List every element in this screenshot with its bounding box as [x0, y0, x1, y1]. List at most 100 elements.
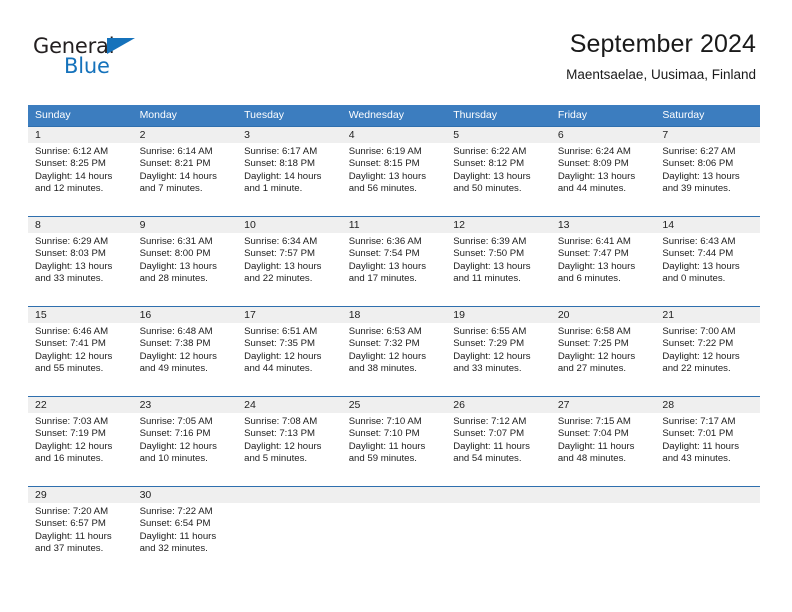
daylight-text-line2: and 33 minutes. — [35, 272, 104, 284]
day-cell[interactable]: 10 Sunrise: 6:34 AM Sunset: 7:57 PM Dayl… — [237, 217, 342, 306]
daylight-text-line1: Daylight: 12 hours — [557, 350, 636, 362]
daylight-text-line2: and 44 minutes. — [244, 362, 313, 374]
page-title: September 2024 — [569, 30, 756, 58]
weekday-header-row: Sunday Monday Tuesday Wednesday Thursday… — [28, 105, 760, 126]
daylight-text-line1: Daylight: 12 hours — [35, 440, 113, 452]
general-blue-logo[interactable]: General Blue — [33, 34, 213, 84]
day-cell[interactable]: 16 Sunrise: 6:48 AM Sunset: 7:38 PM Dayl… — [132, 307, 238, 396]
sunset-text: Sunset: 8:25 PM — [35, 158, 106, 170]
day-details: Sunrise: 6:19 AM Sunset: 8:15 PM Dayligh… — [342, 143, 447, 195]
title-block: September 2024 Maentsaelae, Uusimaa, Fin… — [566, 28, 756, 83]
sunrise-text: Sunrise: 7:22 AM — [139, 506, 213, 517]
logo-triangle-icon — [107, 38, 135, 54]
day-cell[interactable]: 30 Sunrise: 7:22 AM Sunset: 6:54 PM Dayl… — [132, 487, 238, 576]
day-number: 2 — [132, 127, 238, 143]
sunrise-text: Sunrise: 7:08 AM — [244, 416, 318, 427]
day-cell[interactable]: 7 Sunrise: 6:27 AM Sunset: 8:06 PM Dayli… — [655, 127, 760, 216]
day-cell[interactable]: 27 Sunrise: 7:15 AM Sunset: 7:04 PM Dayl… — [550, 397, 656, 486]
sunset-text: Sunset: 8:15 PM — [348, 158, 420, 170]
daylight-text-line1: Daylight: 13 hours — [662, 170, 740, 182]
day-details: Sunrise: 7:03 AM Sunset: 7:19 PM Dayligh… — [28, 413, 133, 465]
day-cell[interactable]: 18 Sunrise: 6:53 AM Sunset: 7:32 PM Dayl… — [341, 307, 447, 396]
daylight-text-line1: Daylight: 12 hours — [35, 350, 113, 362]
day-cell[interactable]: 11 Sunrise: 6:36 AM Sunset: 7:54 PM Dayl… — [341, 217, 447, 306]
day-cell-empty — [446, 487, 551, 576]
day-details: Sunrise: 6:39 AM Sunset: 7:50 PM Dayligh… — [446, 233, 551, 285]
day-cell[interactable]: 12 Sunrise: 6:39 AM Sunset: 7:50 PM Dayl… — [446, 217, 551, 306]
daylight-text-line1: Daylight: 14 hours — [35, 170, 113, 182]
day-cell[interactable]: 14 Sunrise: 6:43 AM Sunset: 7:44 PM Dayl… — [655, 217, 760, 306]
day-cell[interactable]: 22 Sunrise: 7:03 AM Sunset: 7:19 PM Dayl… — [28, 397, 133, 486]
day-cell[interactable]: 3 Sunrise: 6:17 AM Sunset: 8:18 PM Dayli… — [237, 127, 342, 216]
day-cell[interactable]: 15 Sunrise: 6:46 AM Sunset: 7:41 PM Dayl… — [28, 307, 133, 396]
daylight-text-line2: and 17 minutes. — [348, 272, 417, 284]
daylight-text-line2: and 37 minutes. — [35, 542, 104, 554]
sunrise-text: Sunrise: 6:55 AM — [453, 326, 527, 337]
sunset-text: Sunset: 7:13 PM — [244, 428, 316, 440]
sunrise-text: Sunrise: 7:17 AM — [662, 416, 736, 427]
day-cell[interactable]: 29 Sunrise: 7:20 AM Sunset: 6:57 PM Dayl… — [28, 487, 133, 576]
day-number: 7 — [655, 127, 760, 143]
sunrise-text: Sunrise: 6:19 AM — [348, 146, 422, 157]
day-details: Sunrise: 6:24 AM Sunset: 8:09 PM Dayligh… — [551, 143, 656, 195]
day-details: Sunrise: 6:41 AM Sunset: 7:47 PM Dayligh… — [551, 233, 656, 285]
day-cell[interactable]: 13 Sunrise: 6:41 AM Sunset: 7:47 PM Dayl… — [550, 217, 656, 306]
day-number: 4 — [341, 127, 447, 143]
day-cell[interactable]: 4 Sunrise: 6:19 AM Sunset: 8:15 PM Dayli… — [341, 127, 447, 216]
daylight-text-line2: and 38 minutes. — [348, 362, 417, 374]
day-cell[interactable]: 2 Sunrise: 6:14 AM Sunset: 8:21 PM Dayli… — [132, 127, 238, 216]
daylight-text-line1: Daylight: 12 hours — [139, 440, 217, 452]
daylight-text-line2: and 5 minutes. — [244, 452, 308, 464]
day-details: Sunrise: 6:17 AM Sunset: 8:18 PM Dayligh… — [237, 143, 342, 195]
day-cell-empty — [655, 487, 760, 576]
day-number — [446, 487, 551, 503]
day-details: Sunrise: 6:43 AM Sunset: 7:44 PM Dayligh… — [655, 233, 760, 285]
day-cell[interactable]: 9 Sunrise: 6:31 AM Sunset: 8:00 PM Dayli… — [132, 217, 238, 306]
week-row: 15 Sunrise: 6:46 AM Sunset: 7:41 PM Dayl… — [28, 306, 760, 396]
day-details: Sunrise: 6:29 AM Sunset: 8:03 PM Dayligh… — [28, 233, 133, 285]
day-details: Sunrise: 6:12 AM Sunset: 8:25 PM Dayligh… — [28, 143, 133, 195]
day-cell[interactable]: 28 Sunrise: 7:17 AM Sunset: 7:01 PM Dayl… — [655, 397, 760, 486]
day-cell[interactable]: 20 Sunrise: 6:58 AM Sunset: 7:25 PM Dayl… — [550, 307, 656, 396]
weekday-header-thursday: Thursday — [453, 109, 498, 121]
day-cell[interactable]: 23 Sunrise: 7:05 AM Sunset: 7:16 PM Dayl… — [132, 397, 238, 486]
sunset-text: Sunset: 7:04 PM — [557, 428, 629, 440]
day-cell[interactable]: 6 Sunrise: 6:24 AM Sunset: 8:09 PM Dayli… — [550, 127, 656, 216]
daylight-text-line1: Daylight: 14 hours — [139, 170, 217, 182]
daylight-text-line1: Daylight: 12 hours — [348, 350, 427, 362]
day-cell[interactable]: 17 Sunrise: 6:51 AM Sunset: 7:35 PM Dayl… — [237, 307, 342, 396]
day-cell[interactable]: 1 Sunrise: 6:12 AM Sunset: 8:25 PM Dayli… — [28, 127, 133, 216]
daylight-text-line1: Daylight: 11 hours — [139, 530, 217, 542]
daylight-text-line2: and 7 minutes. — [139, 182, 203, 194]
day-cell[interactable]: 26 Sunrise: 7:12 AM Sunset: 7:07 PM Dayl… — [446, 397, 551, 486]
sunset-text: Sunset: 8:18 PM — [244, 158, 316, 170]
sunrise-text: Sunrise: 6:12 AM — [35, 146, 109, 157]
daylight-text-line1: Daylight: 11 hours — [453, 440, 530, 452]
day-cell[interactable]: 21 Sunrise: 7:00 AM Sunset: 7:22 PM Dayl… — [655, 307, 760, 396]
day-details: Sunrise: 6:36 AM Sunset: 7:54 PM Dayligh… — [342, 233, 447, 285]
daylight-text-line2: and 0 minutes. — [662, 272, 726, 284]
day-cell[interactable]: 8 Sunrise: 6:29 AM Sunset: 8:03 PM Dayli… — [28, 217, 133, 306]
sunrise-text: Sunrise: 7:20 AM — [35, 506, 109, 517]
page-subtitle: Maentsaelae, Uusimaa, Finland — [566, 67, 756, 82]
day-cell[interactable]: 5 Sunrise: 6:22 AM Sunset: 8:12 PM Dayli… — [446, 127, 551, 216]
day-number: 23 — [132, 397, 238, 413]
day-details: Sunrise: 7:17 AM Sunset: 7:01 PM Dayligh… — [655, 413, 760, 465]
sunset-text: Sunset: 7:50 PM — [453, 248, 525, 260]
day-cell[interactable]: 19 Sunrise: 6:55 AM Sunset: 7:29 PM Dayl… — [446, 307, 551, 396]
sunset-text: Sunset: 7:54 PM — [348, 248, 420, 260]
weekday-header-friday: Friday — [557, 109, 587, 121]
daylight-text-line2: and 16 minutes. — [35, 452, 104, 464]
day-number: 8 — [28, 217, 133, 233]
daylight-text-line1: Daylight: 13 hours — [139, 260, 217, 272]
sunrise-text: Sunrise: 6:58 AM — [557, 326, 631, 337]
day-cell[interactable]: 24 Sunrise: 7:08 AM Sunset: 7:13 PM Dayl… — [237, 397, 342, 486]
sunset-text: Sunset: 8:12 PM — [453, 158, 525, 170]
day-cell-empty — [341, 487, 447, 576]
calendar-page: General Blue September 2024 Maentsaelae,… — [0, 0, 792, 612]
day-details: Sunrise: 6:53 AM Sunset: 7:32 PM Dayligh… — [342, 323, 447, 375]
sunset-text: Sunset: 7:25 PM — [557, 338, 629, 350]
day-cell[interactable]: 25 Sunrise: 7:10 AM Sunset: 7:10 PM Dayl… — [341, 397, 447, 486]
day-number: 26 — [446, 397, 551, 413]
day-number: 6 — [550, 127, 656, 143]
